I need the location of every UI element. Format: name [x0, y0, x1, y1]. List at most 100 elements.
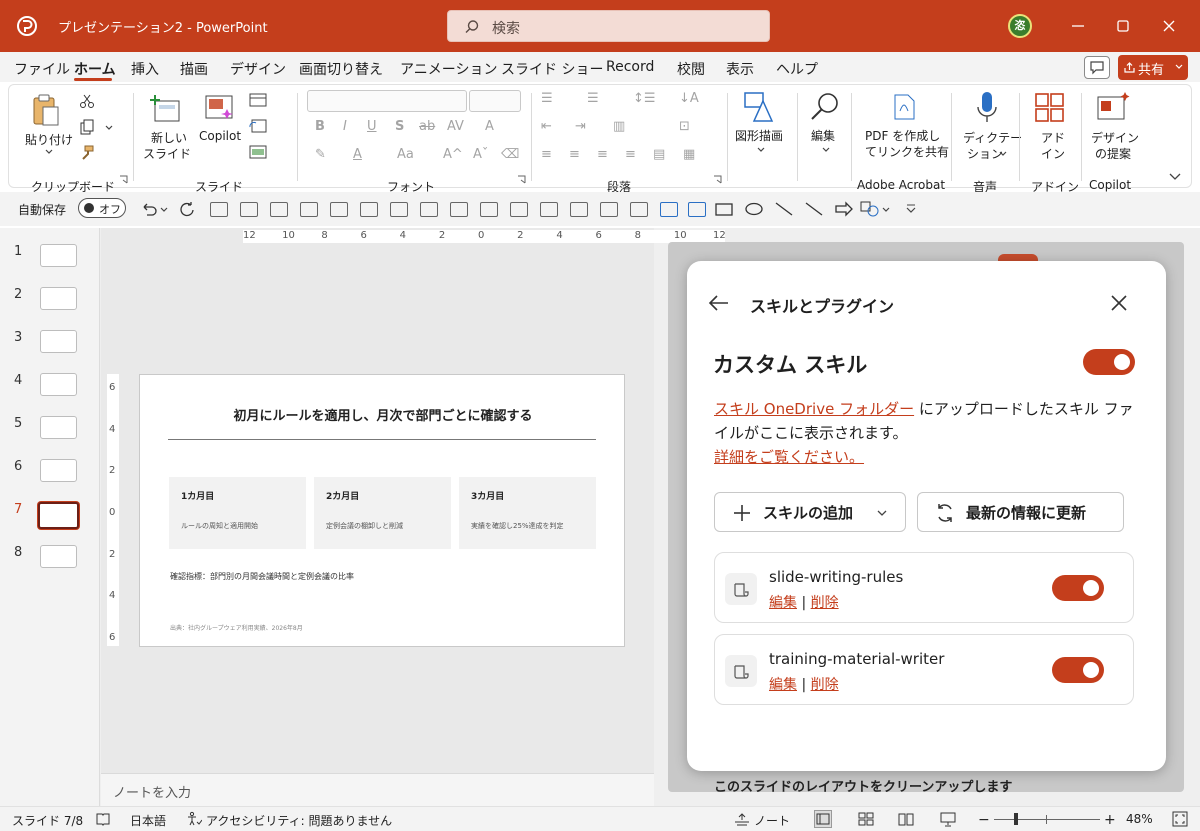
customize-toolbar-icon[interactable]: [906, 204, 916, 213]
section-icon[interactable]: [249, 145, 267, 159]
line-icon[interactable]: [804, 201, 824, 217]
addins-icon[interactable]: [1035, 93, 1065, 123]
increase-indent-icon[interactable]: ⇥: [575, 119, 586, 134]
pdf-share-icon[interactable]: [891, 93, 917, 121]
designer-icon[interactable]: [1097, 91, 1131, 121]
change-case-icon[interactable]: Aa: [397, 147, 414, 162]
distribute-horizontal-icon[interactable]: [420, 202, 438, 217]
bold-icon[interactable]: B: [315, 119, 325, 134]
addin-label-1[interactable]: アド: [1041, 129, 1065, 146]
dialog-launcher-icon[interactable]: [713, 175, 722, 184]
increase-font-icon[interactable]: A^: [443, 147, 463, 162]
design-ideas-label-2[interactable]: の提案: [1095, 145, 1131, 162]
close-icon[interactable]: [1109, 293, 1129, 313]
new-slide-label-2[interactable]: スライド: [143, 145, 191, 162]
edit-link[interactable]: 編集: [769, 595, 797, 611]
design-ideas-label-1[interactable]: デザイン: [1091, 129, 1139, 146]
skill-toggle[interactable]: [1052, 657, 1104, 683]
numbering-icon[interactable]: ☰: [587, 91, 599, 106]
collapse-ribbon-icon[interactable]: [1169, 173, 1181, 181]
slide-thumbnail-5[interactable]: [40, 416, 77, 439]
copilot-icon[interactable]: [205, 93, 235, 121]
slide-sorter-icon[interactable]: [858, 811, 874, 827]
align-top-objects-icon[interactable]: [330, 202, 348, 217]
slide-thumbnail-7[interactable]: [38, 502, 79, 529]
month-card-2[interactable]: 2カ月目 定例会議の棚卸しと削減: [314, 477, 451, 549]
search-input[interactable]: 検索: [447, 10, 770, 42]
slide-canvas[interactable]: 初月にルールを適用し、月次で部門ごとに確認する 1カ月目 ルールの周知と適用開始…: [139, 374, 625, 647]
share-button[interactable]: 共有: [1118, 55, 1188, 80]
slide-thumbnail-1[interactable]: [40, 244, 77, 267]
rectangle-icon[interactable]: [714, 201, 734, 217]
oval-icon[interactable]: [744, 201, 764, 217]
notes-toggle[interactable]: ノート: [754, 812, 790, 829]
layout-icon[interactable]: [249, 93, 267, 107]
slide-thumbnail-8[interactable]: [40, 545, 77, 568]
notes-icon[interactable]: [734, 812, 750, 826]
delete-link[interactable]: 削除: [811, 595, 839, 611]
font-size-dropdown[interactable]: [469, 90, 521, 112]
flip-horizontal-icon[interactable]: [570, 202, 588, 217]
slide-source-text[interactable]: 出典：社内グループウェア利用実績、2026年8月: [170, 623, 303, 632]
align-right-icon[interactable]: ≡: [597, 147, 608, 162]
minimize-icon[interactable]: [1066, 14, 1090, 38]
notes-pane[interactable]: ノートを入力: [101, 773, 654, 806]
shapes-gallery-icon[interactable]: [860, 201, 880, 217]
strikethrough-icon[interactable]: ab: [419, 119, 435, 134]
font-name-dropdown[interactable]: [307, 90, 467, 112]
back-arrow-icon[interactable]: [707, 293, 731, 313]
skill-toggle[interactable]: [1052, 575, 1104, 601]
align-left-objects-icon[interactable]: [240, 202, 258, 217]
decrease-font-icon[interactable]: Aˇ: [473, 147, 488, 162]
undo-icon[interactable]: [140, 200, 158, 218]
chevron-down-icon[interactable]: [999, 151, 1007, 157]
dictate-label-2[interactable]: ション: [967, 145, 1003, 162]
align-bottom-objects-icon[interactable]: [390, 202, 408, 217]
redo-icon[interactable]: [178, 200, 196, 218]
right-arrow-shape-icon[interactable]: [834, 201, 854, 217]
distributed-icon[interactable]: ▤: [653, 147, 665, 162]
tab-view[interactable]: 表示: [726, 59, 754, 79]
underline-icon[interactable]: U: [367, 119, 377, 134]
tab-home[interactable]: ホーム: [74, 59, 116, 79]
flip-vertical-icon[interactable]: [540, 202, 558, 217]
zoom-in-icon[interactable]: +: [1104, 812, 1116, 828]
distribute-vertical-icon[interactable]: [450, 202, 468, 217]
zoom-slider-thumb[interactable]: [1014, 813, 1018, 825]
new-slide-label-1[interactable]: 新しい: [151, 129, 187, 146]
align-center-objects-icon[interactable]: [270, 202, 288, 217]
line-spacing-icon[interactable]: ↕☰: [633, 91, 656, 106]
tab-help[interactable]: ヘルプ: [776, 59, 818, 79]
tab-file[interactable]: ファイル: [14, 59, 70, 79]
tab-design[interactable]: デザイン: [230, 59, 286, 79]
zoom-out-icon[interactable]: −: [978, 812, 990, 828]
month-card-1[interactable]: 1カ月目 ルールの周知と適用開始: [169, 477, 306, 549]
language[interactable]: 日本語: [130, 812, 166, 829]
slide-metric-text[interactable]: 確認指標：部門別の月間会議時間と定例会議の比率: [170, 571, 354, 582]
clear-formatting-icon[interactable]: A: [485, 119, 494, 134]
shapes-icon[interactable]: [743, 91, 775, 123]
shadow-icon[interactable]: S: [395, 119, 404, 134]
edit-link[interactable]: 編集: [769, 677, 797, 693]
fit-to-window-icon[interactable]: [1172, 811, 1188, 827]
chevron-down-icon[interactable]: [160, 207, 168, 213]
rotate-right-icon[interactable]: [480, 202, 498, 217]
slide-thumbnail-3[interactable]: [40, 330, 77, 353]
tab-animations[interactable]: アニメーション: [400, 59, 497, 79]
month-card-3[interactable]: 3カ月目 実績を確認し25%達成を判定: [459, 477, 596, 549]
rotate-left-icon[interactable]: [510, 202, 528, 217]
format-painter-icon[interactable]: [79, 145, 95, 161]
clear-all-formatting-icon[interactable]: ⌫: [501, 147, 519, 162]
slideshow-icon[interactable]: [940, 811, 956, 827]
spelling-icon[interactable]: [96, 812, 110, 826]
slide-thumbnail-6[interactable]: [40, 459, 77, 482]
new-slide-icon[interactable]: [149, 93, 181, 123]
pdf-label-2[interactable]: てリンクを共有: [865, 143, 949, 160]
format-painter-icon[interactable]: [600, 202, 618, 217]
slide-title[interactable]: 初月にルールを適用し、月次で部門ごとに確認する: [140, 405, 626, 424]
font-color-icon[interactable]: A: [353, 147, 362, 162]
chevron-down-icon[interactable]: [882, 207, 890, 213]
copilot-label[interactable]: Copilot: [199, 129, 241, 143]
highlight-icon[interactable]: ✎: [315, 147, 326, 162]
dictate-label-1[interactable]: ディクテー: [963, 129, 1022, 146]
